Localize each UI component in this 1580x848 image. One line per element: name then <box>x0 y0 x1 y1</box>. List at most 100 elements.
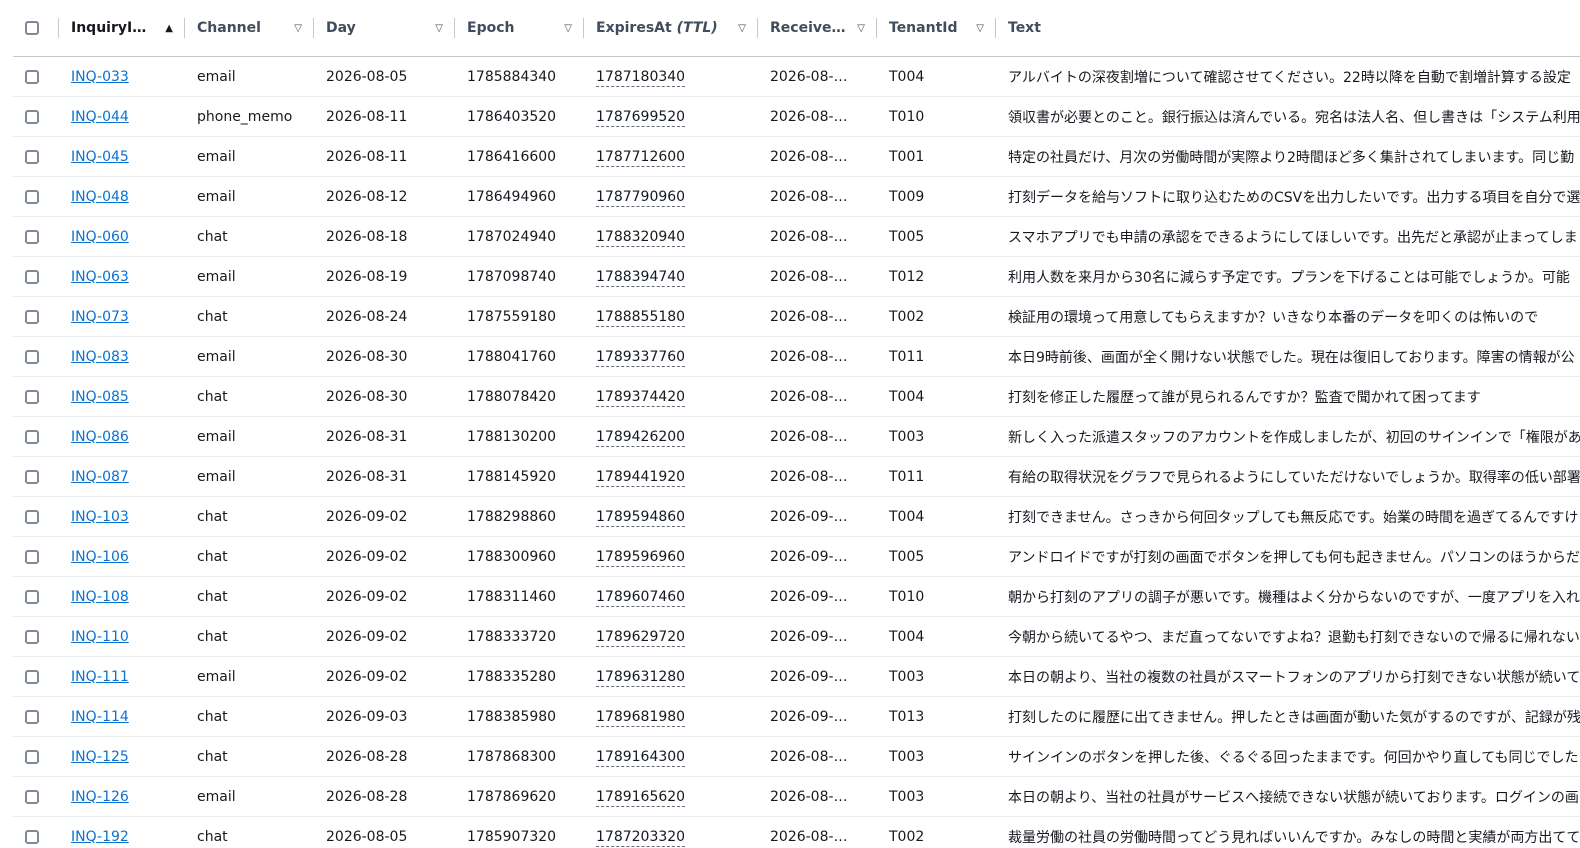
received-cell: 2026-08-… <box>758 416 877 457</box>
table-row[interactable]: INQ-060 chat 2026-08-18 1787024940 178832094… <box>13 216 1580 257</box>
inquiry-id-link[interactable]: INQ-114 <box>71 709 129 725</box>
expires-at-value: 1789681980 <box>596 708 686 727</box>
sort-unsorted-icon[interactable]: ▽ <box>435 23 443 34</box>
table-row[interactable]: INQ-103 chat 2026-09-02 1788298860 178959486… <box>13 496 1580 537</box>
row-select-checkbox[interactable] <box>25 269 39 284</box>
inquiry-id-link[interactable]: INQ-044 <box>71 109 129 125</box>
expires-at-value: 1789164300 <box>596 748 686 767</box>
table-row[interactable]: INQ-086 email 2026-08-31 1788130200 17894262… <box>13 416 1580 457</box>
text-cell: 領収書が必要とのこと。銀行振込は済んでいる。宛名は法人名、但し書きは「システム利… <box>996 96 1580 137</box>
inquiry-id-link[interactable]: INQ-060 <box>71 229 129 245</box>
row-select-checkbox[interactable] <box>25 669 39 684</box>
table-row[interactable]: INQ-085 chat 2026-08-30 1788078420 178937442… <box>13 376 1580 417</box>
column-header-tenant-id[interactable]: TenantId ▽ <box>877 0 996 57</box>
row-select-checkbox[interactable] <box>25 189 39 204</box>
text-cell: 新しく入った派遣スタッフのアカウントを作成しましたが、初回のサインインで「権限が… <box>996 416 1580 457</box>
inquiry-id-link[interactable]: INQ-111 <box>71 669 129 685</box>
row-select-cell <box>13 576 59 617</box>
row-select-checkbox[interactable] <box>25 629 39 644</box>
table-row[interactable]: INQ-114 chat 2026-09-03 1788385980 178968198… <box>13 696 1580 737</box>
sort-unsorted-icon[interactable]: ▽ <box>976 23 984 34</box>
inquiry-id-link[interactable]: INQ-106 <box>71 549 129 565</box>
inquiry-id-link[interactable]: INQ-126 <box>71 789 129 805</box>
row-select-checkbox[interactable] <box>25 69 39 84</box>
table-row[interactable]: INQ-108 chat 2026-09-02 1788311460 178960746… <box>13 576 1580 617</box>
row-select-checkbox[interactable] <box>25 709 39 724</box>
tenant-id-cell: T009 <box>877 176 996 217</box>
row-select-cell <box>13 256 59 297</box>
row-select-checkbox[interactable] <box>25 229 39 244</box>
row-select-checkbox[interactable] <box>25 469 39 484</box>
text-cell: 打刻データを給与ソフトに取り込むためのCSVを出力したいです。出力する項目を自分… <box>996 176 1580 217</box>
inquiry-id-link[interactable]: INQ-073 <box>71 309 129 325</box>
sort-unsorted-icon[interactable]: ▽ <box>564 23 572 34</box>
tenant-id-cell: T004 <box>877 56 996 97</box>
table-row[interactable]: INQ-044 phone_memo 2026-08-11 1786403520 178… <box>13 96 1580 137</box>
row-select-checkbox[interactable] <box>25 429 39 444</box>
channel-cell: email <box>185 56 314 97</box>
column-header-expires-at[interactable]: ExpiresAt (TTL) ▽ <box>584 0 758 57</box>
channel-cell: phone_memo <box>185 96 314 137</box>
table-row[interactable]: INQ-110 chat 2026-09-02 1788333720 178962972… <box>13 616 1580 657</box>
inquiry-id-link[interactable]: INQ-063 <box>71 269 129 285</box>
inquiry-id-link[interactable]: INQ-085 <box>71 389 129 405</box>
table-body: INQ-033 email 2026-08-05 1785884340 17871803… <box>13 56 1580 848</box>
sort-unsorted-icon[interactable]: ▽ <box>857 23 865 34</box>
table-row[interactable]: INQ-111 email 2026-09-02 1788335280 17896312… <box>13 656 1580 697</box>
row-select-cell <box>13 616 59 657</box>
column-header-inquiry-id[interactable]: InquiryI… ▲ <box>59 0 185 57</box>
table-row[interactable]: INQ-073 chat 2026-08-24 1787559180 178885518… <box>13 296 1580 337</box>
table-row[interactable]: INQ-125 chat 2026-08-28 1787868300 178916430… <box>13 736 1580 777</box>
select-all-header <box>13 0 59 57</box>
row-select-checkbox[interactable] <box>25 549 39 564</box>
table-row[interactable]: INQ-192 chat 2026-08-05 1785907320 178720332… <box>13 816 1580 848</box>
inquiry-id-link[interactable]: INQ-083 <box>71 349 129 365</box>
table-row[interactable]: INQ-033 email 2026-08-05 1785884340 17871803… <box>13 56 1580 97</box>
inquiry-id-cell: INQ-103 <box>59 496 185 537</box>
row-select-checkbox[interactable] <box>25 589 39 604</box>
text-cell: 今朝から続いてるやつ、まだ直ってないですよね？退勤も打刻できないので帰るに帰れな… <box>996 616 1580 657</box>
table-row[interactable]: INQ-126 email 2026-08-28 1787869620 17891656… <box>13 776 1580 817</box>
inquiry-id-link[interactable]: INQ-087 <box>71 469 129 485</box>
table-row[interactable]: INQ-048 email 2026-08-12 1786494960 17877909… <box>13 176 1580 217</box>
row-select-checkbox[interactable] <box>25 749 39 764</box>
inquiry-id-link[interactable]: INQ-125 <box>71 749 129 765</box>
row-select-checkbox[interactable] <box>25 149 39 164</box>
row-select-checkbox[interactable] <box>25 349 39 364</box>
day-cell: 2026-09-03 <box>314 696 455 737</box>
column-header-day[interactable]: Day ▽ <box>314 0 455 57</box>
sort-unsorted-icon[interactable]: ▽ <box>294 23 302 34</box>
column-header-channel[interactable]: Channel ▽ <box>185 0 314 57</box>
row-select-checkbox[interactable] <box>25 389 39 404</box>
column-header-text[interactable]: Text <box>996 0 1580 57</box>
inquiry-id-link[interactable]: INQ-048 <box>71 189 129 205</box>
received-cell: 2026-08-… <box>758 296 877 337</box>
received-cell: 2026-09-… <box>758 696 877 737</box>
table-row[interactable]: INQ-063 email 2026-08-19 1787098740 17883947… <box>13 256 1580 297</box>
column-header-epoch[interactable]: Epoch ▽ <box>455 0 584 57</box>
table-row[interactable]: INQ-045 email 2026-08-11 1786416600 17877126… <box>13 136 1580 177</box>
row-select-checkbox[interactable] <box>25 109 39 124</box>
inquiry-id-link[interactable]: INQ-108 <box>71 589 129 605</box>
table-row[interactable]: INQ-106 chat 2026-09-02 1788300960 178959696… <box>13 536 1580 577</box>
row-select-checkbox[interactable] <box>25 309 39 324</box>
select-all-checkbox[interactable] <box>25 21 39 35</box>
row-select-checkbox[interactable] <box>25 509 39 524</box>
inquiry-id-link[interactable]: INQ-045 <box>71 149 129 165</box>
inquiry-id-link[interactable]: INQ-103 <box>71 509 129 525</box>
row-select-checkbox[interactable] <box>25 829 39 844</box>
table-row[interactable]: INQ-087 email 2026-08-31 1788145920 17894419… <box>13 456 1580 497</box>
row-select-cell <box>13 176 59 217</box>
inquiry-id-link[interactable]: INQ-192 <box>71 829 129 845</box>
inquiry-id-link[interactable]: INQ-033 <box>71 69 129 85</box>
sort-unsorted-icon[interactable]: ▽ <box>738 23 746 34</box>
inquiry-id-link[interactable]: INQ-086 <box>71 429 129 445</box>
column-header-received[interactable]: Receive… ▽ <box>758 0 877 57</box>
table-row[interactable]: INQ-083 email 2026-08-30 1788041760 17893377… <box>13 336 1580 377</box>
sort-ascending-icon[interactable]: ▲ <box>165 23 173 34</box>
row-select-checkbox[interactable] <box>25 789 39 804</box>
row-select-cell <box>13 736 59 777</box>
inquiry-id-link[interactable]: INQ-110 <box>71 629 129 645</box>
received-cell: 2026-08-… <box>758 176 877 217</box>
text-cell: 本日の朝より、当社の複数の社員がスマートフォンのアプリから打刻できない状態が続い… <box>996 656 1580 697</box>
